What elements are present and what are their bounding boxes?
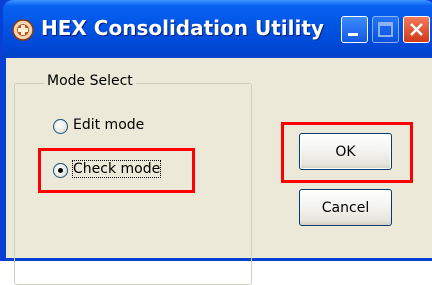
maximize-button[interactable] (372, 16, 399, 43)
close-icon (410, 23, 423, 36)
edit-mode-label[interactable]: Edit mode (73, 117, 144, 133)
cancel-button[interactable]: Cancel (299, 189, 392, 226)
close-button[interactable] (403, 16, 430, 43)
maximize-icon (378, 22, 393, 37)
dialog-window: HEX Consolidation Utility Mode Select Ed… (0, 0, 432, 285)
window-title: HEX Consolidation Utility (41, 16, 324, 40)
minimize-icon (348, 33, 358, 36)
dialog-body: Mode Select Edit mode Check mode OK Canc… (6, 58, 432, 285)
app-gear-icon (12, 19, 34, 41)
edit-mode-radio[interactable] (53, 119, 68, 134)
minimize-button[interactable] (341, 16, 368, 43)
mode-select-label: Mode Select (44, 73, 136, 89)
check-mode-highlight (38, 148, 195, 193)
title-bar[interactable]: HEX Consolidation Utility (3, 0, 432, 58)
ok-button-highlight (281, 122, 413, 183)
